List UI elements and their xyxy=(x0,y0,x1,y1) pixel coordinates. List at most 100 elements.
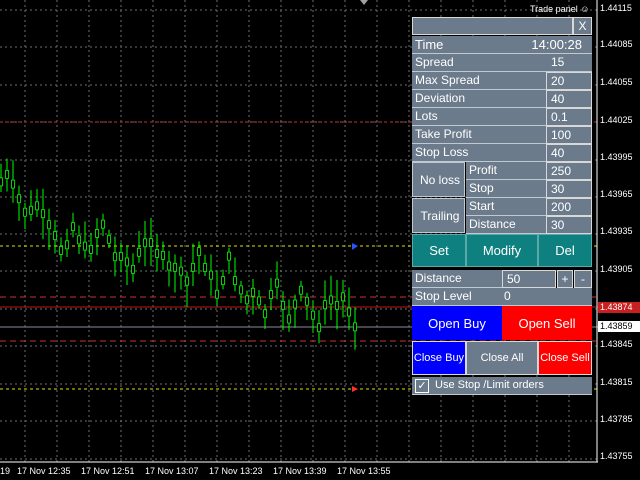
candle-body xyxy=(329,295,333,305)
candle-body xyxy=(215,289,219,299)
no-loss-profit-input[interactable]: 250 xyxy=(546,162,592,180)
close-sell-button[interactable]: Close Sell xyxy=(538,341,592,375)
price-tick: 1.43905 xyxy=(600,264,633,274)
candle-body xyxy=(89,244,93,254)
candle-body xyxy=(167,261,171,271)
candle-body xyxy=(149,238,153,247)
no-loss-stop-input[interactable]: 30 xyxy=(546,180,592,198)
no-loss-toggle[interactable]: No loss xyxy=(412,162,465,197)
candle-body xyxy=(59,246,63,255)
close-all-button[interactable]: Close All xyxy=(466,341,538,375)
set-button[interactable]: Set xyxy=(412,234,466,267)
candle-body xyxy=(143,238,147,248)
open-buy-button[interactable]: Open Buy xyxy=(412,306,502,340)
delete-button[interactable]: Del xyxy=(538,234,592,267)
candle-body xyxy=(71,222,75,232)
candle-series xyxy=(0,158,357,350)
candle-body xyxy=(35,201,39,211)
candle-body xyxy=(65,240,69,250)
panel-title-label: Trade panel xyxy=(530,4,578,14)
trailing-distance-label: Distance xyxy=(466,216,546,234)
candle-body xyxy=(161,250,165,260)
close-button[interactable]: X xyxy=(573,17,592,35)
max-spread-label: Max Spread xyxy=(412,72,546,90)
candle-body xyxy=(119,251,123,261)
candle-body xyxy=(125,257,129,267)
candle-body xyxy=(257,296,261,306)
candle-body xyxy=(341,292,345,302)
price-tick: 1.44055 xyxy=(600,77,633,87)
take-profit-input[interactable]: 100 xyxy=(546,126,592,144)
candle-body xyxy=(131,264,135,274)
time-tick: 17 Nov 13:39 xyxy=(273,466,327,476)
trailing-start-label: Start xyxy=(466,198,546,216)
time-tick: 17 Nov 13:55 xyxy=(337,466,391,476)
price-tick: 1.43965 xyxy=(600,189,633,199)
price-tick: 1.44025 xyxy=(600,115,633,125)
bid-price-tag: 1.43859 xyxy=(598,321,640,332)
stop-level-row: Stop Level 0 xyxy=(412,288,592,306)
candle-body xyxy=(137,247,141,257)
candle-body xyxy=(221,276,225,286)
stop-limit-label: Use Stop /Limit orders xyxy=(435,379,544,391)
price-tick: 1.44085 xyxy=(600,39,633,49)
stop-limit-checkbox[interactable]: ✓ xyxy=(415,378,429,393)
modify-button[interactable]: Modify xyxy=(466,234,538,267)
candle-body xyxy=(107,234,111,244)
panel-header-bar[interactable] xyxy=(412,17,573,35)
no-loss-stop-label: Stop xyxy=(466,180,546,198)
candle-body xyxy=(47,220,51,230)
stop-limit-row[interactable]: ✓ Use Stop /Limit orders xyxy=(412,377,592,395)
candle-body xyxy=(335,301,339,310)
price-tick: 1.43845 xyxy=(600,339,633,349)
open-sell-button[interactable]: Open Sell xyxy=(502,306,592,340)
candle-body xyxy=(101,219,105,229)
candle-body xyxy=(251,287,255,297)
candle-body xyxy=(191,262,195,272)
candle-body xyxy=(227,251,231,261)
candle-body xyxy=(299,285,303,295)
deviation-label: Deviation xyxy=(412,90,546,108)
distance-plus-button[interactable]: + xyxy=(557,270,573,288)
take-profit-label: Take Profit xyxy=(412,126,546,144)
price-tick: 1.43815 xyxy=(600,377,633,387)
time-tick: 17 Nov 12:51 xyxy=(81,466,135,476)
deviation-input[interactable]: 40 xyxy=(546,90,592,108)
time-value: 14:00:28 xyxy=(531,37,582,52)
stop-loss-label: Stop Loss xyxy=(412,144,546,162)
spread-value: 15 xyxy=(551,55,565,69)
candle-body xyxy=(11,179,15,189)
stop-level-label: Stop Level xyxy=(415,289,472,303)
trailing-start-input[interactable]: 200 xyxy=(546,198,592,216)
candle-body xyxy=(317,323,321,333)
lots-input[interactable]: 0.1 xyxy=(546,108,592,126)
chart-shift-icon xyxy=(360,0,368,5)
trailing-toggle[interactable]: Trailing xyxy=(412,198,465,233)
candle-body xyxy=(185,276,189,286)
trailing-distance-input[interactable]: 30 xyxy=(546,216,592,234)
candle-body xyxy=(17,194,21,204)
checkmark-icon: ✓ xyxy=(417,379,427,392)
ask-price-tag: 1.43874 xyxy=(598,302,640,313)
sell-arrow-icon xyxy=(352,386,358,392)
lots-label: Lots xyxy=(412,108,546,126)
price-tick: 1.43785 xyxy=(600,414,633,424)
candle-body xyxy=(353,322,357,332)
distance-input[interactable]: 50 xyxy=(502,270,556,288)
distance-minus-button[interactable]: - xyxy=(574,270,592,288)
candle-body xyxy=(95,229,99,238)
close-buy-button[interactable]: Close Buy xyxy=(412,341,466,375)
candle-body xyxy=(5,170,9,179)
distance-label: Distance xyxy=(412,270,502,288)
stop-loss-input[interactable]: 40 xyxy=(546,144,592,162)
time-tick: 17 Nov 13:07 xyxy=(145,466,199,476)
max-spread-input[interactable]: 20 xyxy=(546,72,592,90)
stop-level-value: 0 xyxy=(504,289,511,303)
candle-body xyxy=(83,241,87,251)
candle-body xyxy=(281,300,285,310)
candle-body xyxy=(155,249,159,258)
spread-row: Spread 15 xyxy=(412,54,592,72)
price-tick: 1.43755 xyxy=(600,451,633,461)
candle-body xyxy=(23,207,27,217)
price-tick: 1.43935 xyxy=(600,226,633,236)
